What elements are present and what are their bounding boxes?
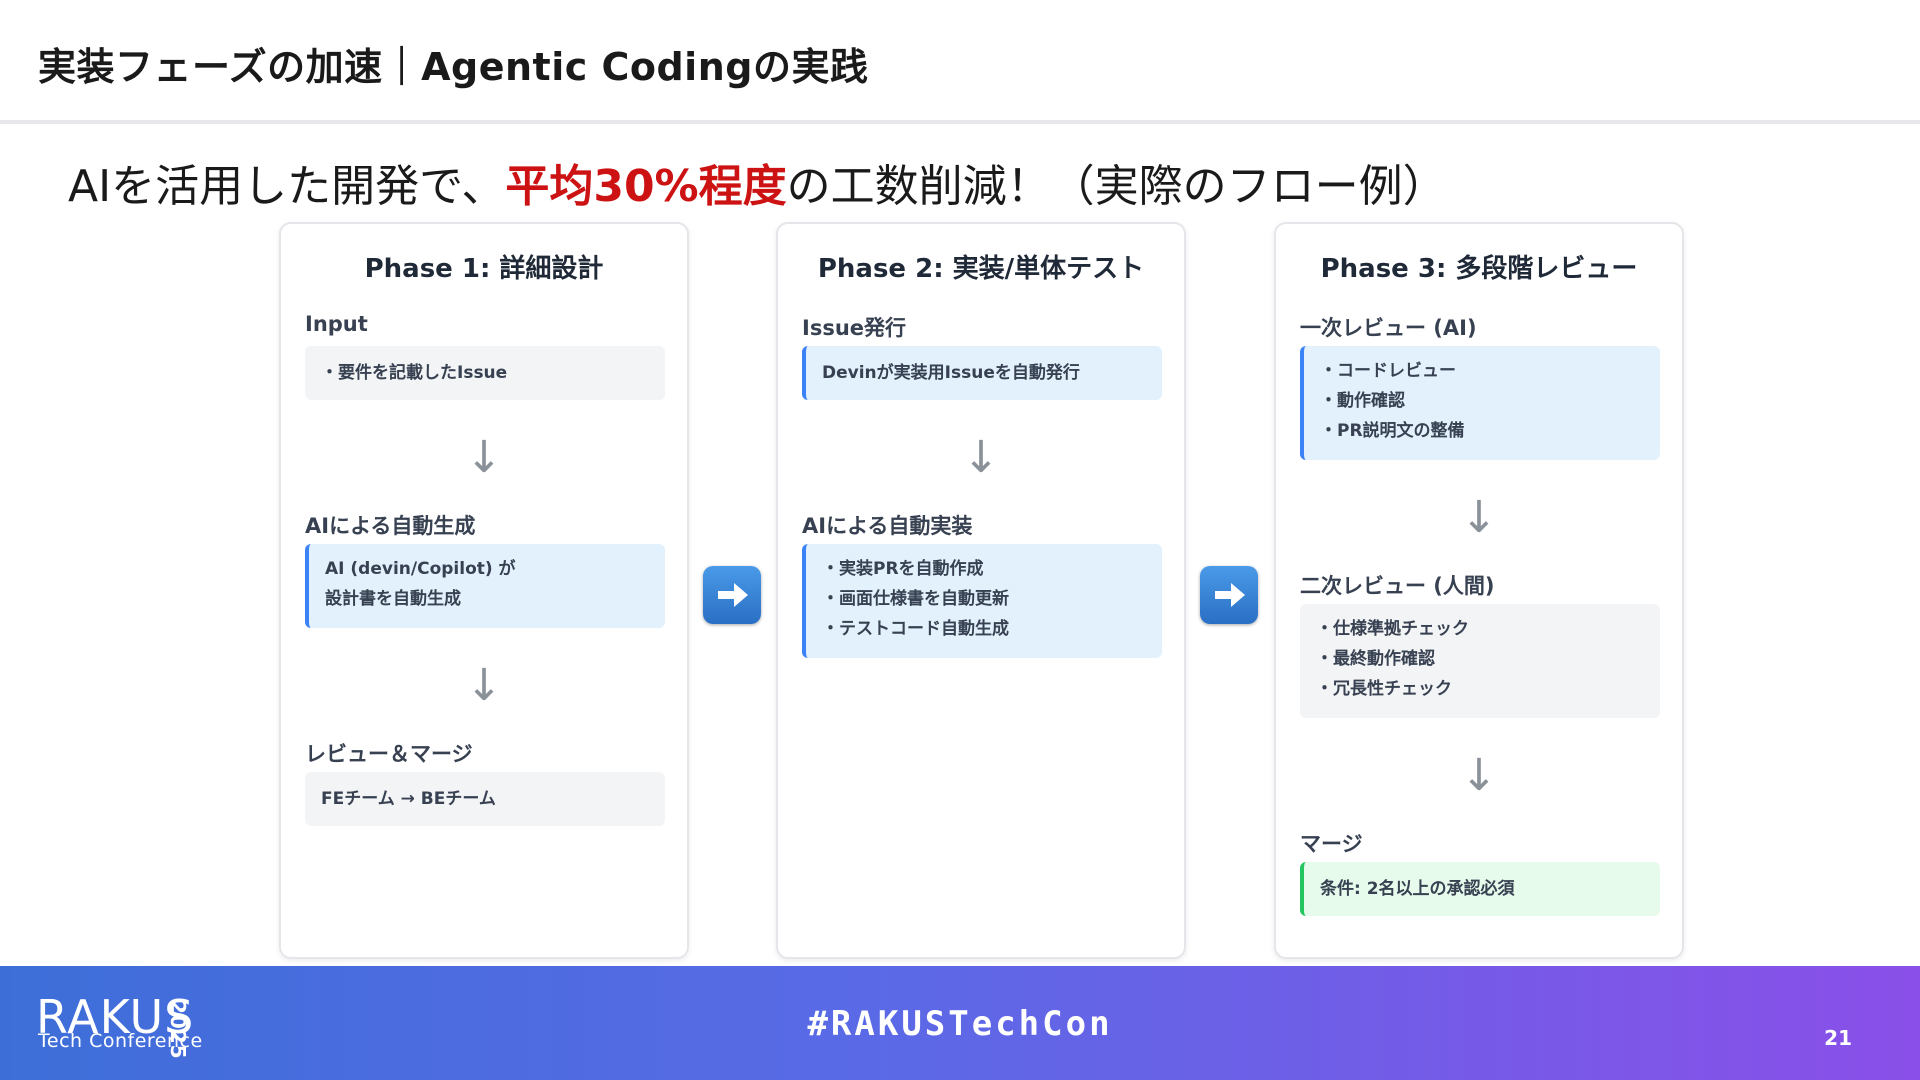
down-arrow-icon: ↓ — [1460, 750, 1498, 801]
step-line: FEチーム → BEチーム — [321, 789, 496, 809]
right-arrow-icon — [703, 566, 761, 624]
phase-card-1: Phase 1: 詳細設計 Input ・要件を記載したIssue ↓ AIによ… — [279, 222, 689, 959]
step-line: ・冗長性チェック — [1316, 679, 1452, 699]
step-box: ・コードレビュー ・動作確認 ・PR説明文の整備 — [1300, 346, 1660, 460]
phase-title: Phase 3: 多段階レビュー — [1320, 254, 1638, 284]
phase-title: Phase 2: 実装/単体テスト — [817, 254, 1145, 284]
phase-title: Phase 1: 詳細設計 — [364, 254, 604, 284]
step-label: レビュー＆マージ — [305, 742, 473, 766]
down-arrow-icon: ↓ — [1460, 492, 1498, 543]
footer-bar: RAKUS 2025 Tech Conference #RAKUSTechCon… — [0, 966, 1920, 1080]
down-arrow-icon: ↓ — [465, 432, 503, 483]
step-label: AIによる自動生成 — [305, 514, 476, 538]
step-box: ・仕様準拠チェック ・最終動作確認 ・冗長性チェック — [1300, 604, 1660, 718]
step-box: 条件: 2名以上の承認必須 — [1300, 862, 1660, 916]
step-line: AI (devin/Copilot) が — [325, 559, 516, 579]
step-box: Devinが実装用Issueを自動発行 — [802, 346, 1162, 400]
step-line: ・画面仕様書を自動更新 — [822, 589, 1009, 609]
step-label: マージ — [1300, 832, 1363, 856]
page-number: 21 — [1824, 1026, 1852, 1050]
step-line: 条件: 2名以上の承認必須 — [1320, 879, 1515, 899]
step-line: ・PR説明文の整備 — [1320, 421, 1465, 441]
step-line: ・動作確認 — [1320, 391, 1405, 411]
step-line: ・最終動作確認 — [1316, 649, 1435, 669]
step-label: 一次レビュー (AI) — [1300, 316, 1477, 340]
step-line: ・要件を記載したIssue — [321, 363, 508, 383]
phase-card-3: Phase 3: 多段階レビュー 一次レビュー (AI) ・コードレビュー ・動… — [1274, 222, 1684, 959]
step-line: ・テストコード自動生成 — [822, 619, 1009, 639]
headline-accent: 平均30%程度 — [505, 161, 787, 212]
step-box: FEチーム → BEチーム — [305, 772, 665, 826]
step-label: Input — [305, 312, 368, 336]
step-line: ・コードレビュー — [1320, 361, 1456, 381]
headline-suffix: の工数削減！（実際のフロー例） — [786, 161, 1447, 212]
step-line: 設計書を自動生成 — [325, 589, 461, 609]
step-box: ・実装PRを自動作成 ・画面仕様書を自動更新 ・テストコード自動生成 — [802, 544, 1162, 658]
down-arrow-icon: ↓ — [962, 432, 1000, 483]
slide-title: 実装フェーズの加速｜Agentic Codingの実践 — [38, 45, 869, 89]
step-label: AIによる自動実装 — [802, 514, 973, 538]
step-box: ・要件を記載したIssue — [305, 346, 665, 400]
step-line: ・実装PRを自動作成 — [822, 559, 984, 579]
step-box: AI (devin/Copilot) が 設計書を自動生成 — [305, 544, 665, 628]
right-arrow-icon — [1200, 566, 1258, 624]
phase-card-2: Phase 2: 実装/単体テスト Issue発行 Devinが実装用Issue… — [776, 222, 1186, 959]
headline: AIを活用した開発で、平均30%程度の工数削減！（実際のフロー例） — [68, 150, 1447, 214]
step-label: 二次レビュー (人間) — [1300, 574, 1495, 598]
step-line: ・仕様準拠チェック — [1316, 619, 1469, 639]
hashtag: #RAKUSTechCon — [807, 1004, 1113, 1044]
headline-prefix: AIを活用した開発で、 — [68, 161, 506, 212]
slide-header: 実装フェーズの加速｜Agentic Codingの実践 — [0, 0, 1920, 124]
down-arrow-icon: ↓ — [465, 660, 503, 711]
step-line: Devinが実装用Issueを自動発行 — [822, 363, 1080, 383]
step-label: Issue発行 — [802, 316, 907, 340]
